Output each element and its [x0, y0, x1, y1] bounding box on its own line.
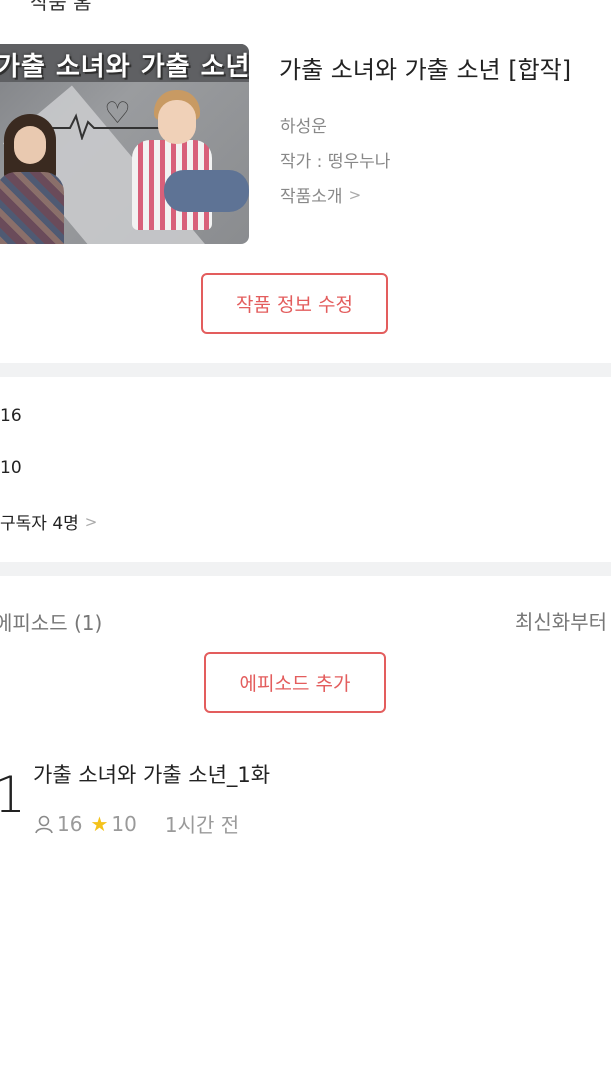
episode-list-item[interactable]: 1 가출 소녀와 가출 소년_1화 16 ★ 10 1시간 전 — [0, 752, 611, 842]
edit-series-info-button[interactable]: 작품 정보 수정 — [201, 273, 388, 334]
episode-count-label: 에피소드 (1) — [0, 611, 103, 635]
episode-time: 1시간 전 — [164, 813, 240, 837]
tab-header-fragment: 작품 홈 — [30, 0, 92, 14]
add-episode-button[interactable]: 에피소드 추가 — [204, 652, 386, 713]
author-name[interactable]: 하성운 — [280, 112, 327, 137]
star-icon: ★ — [90, 811, 109, 836]
series-title: 가출 소녀와 가출 소년 [합작] — [279, 56, 572, 84]
intro-link-label: 작품소개 — [280, 187, 343, 207]
intro-link[interactable]: 작품소개 > — [280, 182, 362, 208]
person-icon — [35, 815, 53, 833]
cover-title-banner: 가출 소녀와 가출 소년 — [0, 44, 249, 82]
episode-title: 가출 소녀와 가출 소년_1화 — [33, 763, 271, 787]
chevron-right-icon: > — [84, 512, 98, 531]
cover-title-text: 가출 소녀와 가출 소년 — [0, 52, 249, 82]
subscribers-label: 구독자 4명 — [0, 514, 79, 534]
cover-illustration-girl — [0, 114, 66, 244]
cover-image[interactable]: 가출 소녀와 가출 소년 ♡ — [0, 44, 249, 244]
stars-count: 10 — [0, 458, 22, 478]
sort-order-button[interactable]: 최신화부터 — [515, 606, 607, 635]
views-count: 16 — [0, 406, 22, 426]
chevron-right-icon: > — [348, 185, 362, 204]
subscribers-link[interactable]: 구독자 4명 > — [0, 509, 98, 535]
episode-number: 1 — [0, 766, 26, 824]
section-divider — [0, 562, 611, 576]
writer-credit: 작가 : 떵우누나 — [280, 152, 391, 172]
section-divider — [0, 363, 611, 377]
episode-stars: 10 — [111, 811, 137, 836]
episode-views: 16 — [57, 811, 83, 836]
cover-illustration-boy — [124, 90, 249, 244]
episode-meta: 16 ★ 10 1시간 전 — [33, 809, 239, 838]
